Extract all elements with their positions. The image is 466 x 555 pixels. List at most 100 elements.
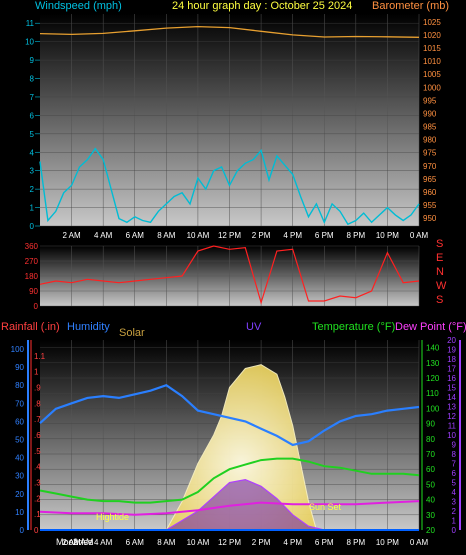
humidity-tick-label: 40 [15, 454, 24, 463]
barometer-tick-label: 1020 [423, 31, 441, 40]
weather-graph: Windspeed (mph) 24 hour graph day : Octo… [1, 0, 466, 547]
temperature-tick-label: 50 [426, 480, 435, 489]
rainfall-tick-label: .3 [34, 479, 41, 488]
windspeed-tick-label: 7 [30, 93, 35, 102]
panel3-x-tick-label: 4 PM [283, 538, 302, 547]
panel3-x-tick-label: 8 PM [346, 538, 365, 547]
direction-tick-label: 180 [25, 272, 39, 281]
panel1-x-tick-label: 6 PM [315, 231, 334, 240]
temperature-tick-label: 60 [426, 465, 435, 474]
rainfall-tick-label: .4 [34, 463, 41, 472]
barometer-tick-label: 965 [423, 175, 437, 184]
panel3-x-ticks: 2 AM 4 AM 6 AM 8 AM 10 AM 12 PM 2 PM 4 PM 6 PM 8 … [62, 538, 428, 547]
header-windspeed-label: Windspeed (mph) [35, 0, 122, 12]
panel1-x-ticks: 2 AM 4 AM 6 AM 8 AM 10 AM 12 PM 2 PM 4 PM 6 PM 8 … [62, 231, 428, 240]
uv-tick-label: 3 [452, 498, 457, 507]
dewpoint-axis-label: Dew Point (°F) [395, 321, 466, 333]
sunset-annotation: Sun Set [309, 502, 342, 512]
hightide-annotation: Hightide [96, 512, 129, 522]
windspeed-tick-label: 0 [30, 222, 35, 231]
windspeed-tick-label: 11 [26, 19, 35, 28]
uv-tick-label: 14 [447, 393, 456, 402]
uv-axis-label: UV [246, 321, 262, 333]
uv-tick-label: 17 [447, 365, 456, 374]
panel1-x-tick-label: 10 PM [376, 231, 399, 240]
uv-tick-label: 11 [448, 422, 457, 431]
panel1-x-tick-label: 8 PM [346, 231, 365, 240]
panel3-x-tick-label: 10 AM [187, 538, 210, 547]
temperature-tick-label: 80 [426, 435, 435, 444]
humidity-tick-label: 20 [15, 490, 24, 499]
rainfall-tick-label: 1 [34, 368, 39, 377]
barometer-tick-label: 950 [423, 214, 437, 223]
windspeed-axis-ticks: 0 1 2 3 4 5 6 7 8 9 10 11 [25, 19, 40, 231]
uv-tick-label: 8 [452, 450, 457, 459]
barometer-tick-label: 980 [423, 136, 437, 145]
header-date-title: 24 hour graph day : October 25 2024 [172, 0, 352, 12]
barometer-tick-label: 990 [423, 109, 437, 118]
barometer-tick-label: 1025 [423, 18, 441, 27]
compass-label: N [436, 266, 444, 278]
barometer-tick-label: 970 [423, 162, 437, 171]
panel1-x-tick-label: 2 AM [62, 231, 81, 240]
direction-tick-label: 0 [34, 302, 39, 311]
barometer-tick-label: 960 [423, 188, 437, 197]
rainfall-tick-label: 0 [34, 526, 39, 535]
uv-tick-label: 9 [452, 441, 457, 450]
temperature-tick-label: 130 [426, 359, 440, 368]
barometer-tick-label: 955 [423, 201, 437, 210]
panel3-x-tick-label: 0 AM [410, 538, 429, 547]
panel3-x-tick-label: 6 AM [126, 538, 145, 547]
windspeed-tick-label: 1 [30, 204, 35, 213]
uv-tick-label: 2 [452, 507, 457, 516]
uv-tick-label: 18 [447, 355, 456, 364]
panel3-x-tick-label: 4 AM [94, 538, 113, 547]
compass-label: E [436, 252, 443, 264]
panel1-x-tick-label: 8 AM [157, 231, 176, 240]
compass-label: W [436, 280, 447, 292]
rainfall-tick-label: .2 [34, 494, 41, 503]
temperature-tick-label: 70 [426, 450, 435, 459]
rainfall-axis-label: Rainfall (.in) [1, 321, 60, 333]
barometer-axis-ticks: 950 955 960 965 970 975 980 985 990 995 1000 1005 10… [423, 18, 441, 223]
rainfall-tick-label: .6 [34, 431, 41, 440]
humidity-tick-label: 50 [15, 436, 24, 445]
temperature-tick-label: 20 [426, 526, 435, 535]
humidity-tick-label: 70 [15, 399, 24, 408]
uv-tick-label: 12 [447, 412, 456, 421]
temperature-tick-label: 110 [426, 389, 439, 398]
rainfall-tick-label: 1.1 [34, 352, 46, 361]
solar-axis-label: Solar [119, 327, 145, 339]
windspeed-tick-label: 2 [30, 185, 35, 194]
uv-tick-label: 5 [452, 479, 457, 488]
temperature-tick-label: 30 [426, 511, 435, 520]
uv-tick-label: 15 [447, 384, 456, 393]
windspeed-tick-label: 3 [30, 167, 35, 176]
windspeed-tick-label: 4 [30, 148, 35, 157]
panel1-x-tick-label: 0 AM [410, 231, 429, 240]
direction-tick-label: 90 [29, 287, 38, 296]
panel3-x-tick-label: 12 PM [218, 538, 241, 547]
temperature-tick-label: 120 [426, 374, 440, 383]
uv-tick-label: 6 [452, 469, 457, 478]
panel3-x-tick-label: 8 AM [157, 538, 176, 547]
humidity-tick-label: 0 [20, 526, 25, 535]
uv-tick-label: 19 [447, 346, 456, 355]
panel3-x-tick-label: 6 PM [315, 538, 334, 547]
compass-label: S [436, 294, 443, 306]
direction-tick-label: 360 [25, 242, 39, 251]
uv-tick-label: 16 [447, 374, 456, 383]
uv-tick-label: 10 [447, 431, 456, 440]
direction-tick-label: 270 [25, 257, 39, 266]
humidity-tick-label: 30 [15, 472, 24, 481]
barometer-tick-label: 995 [423, 96, 437, 105]
humidity-axis-label: Humidity [67, 321, 110, 333]
uv-tick-label: 13 [447, 403, 456, 412]
barometer-tick-label: 1005 [423, 70, 441, 79]
barometer-tick-label: 1015 [423, 44, 441, 53]
uv-tick-label: 1 [452, 517, 457, 526]
panel1-x-tick-label: 6 AM [126, 231, 145, 240]
rainfall-tick-label: .9 [34, 384, 41, 393]
barometer-tick-label: 1010 [423, 57, 441, 66]
panel1-x-tick-label: 10 AM [187, 231, 210, 240]
